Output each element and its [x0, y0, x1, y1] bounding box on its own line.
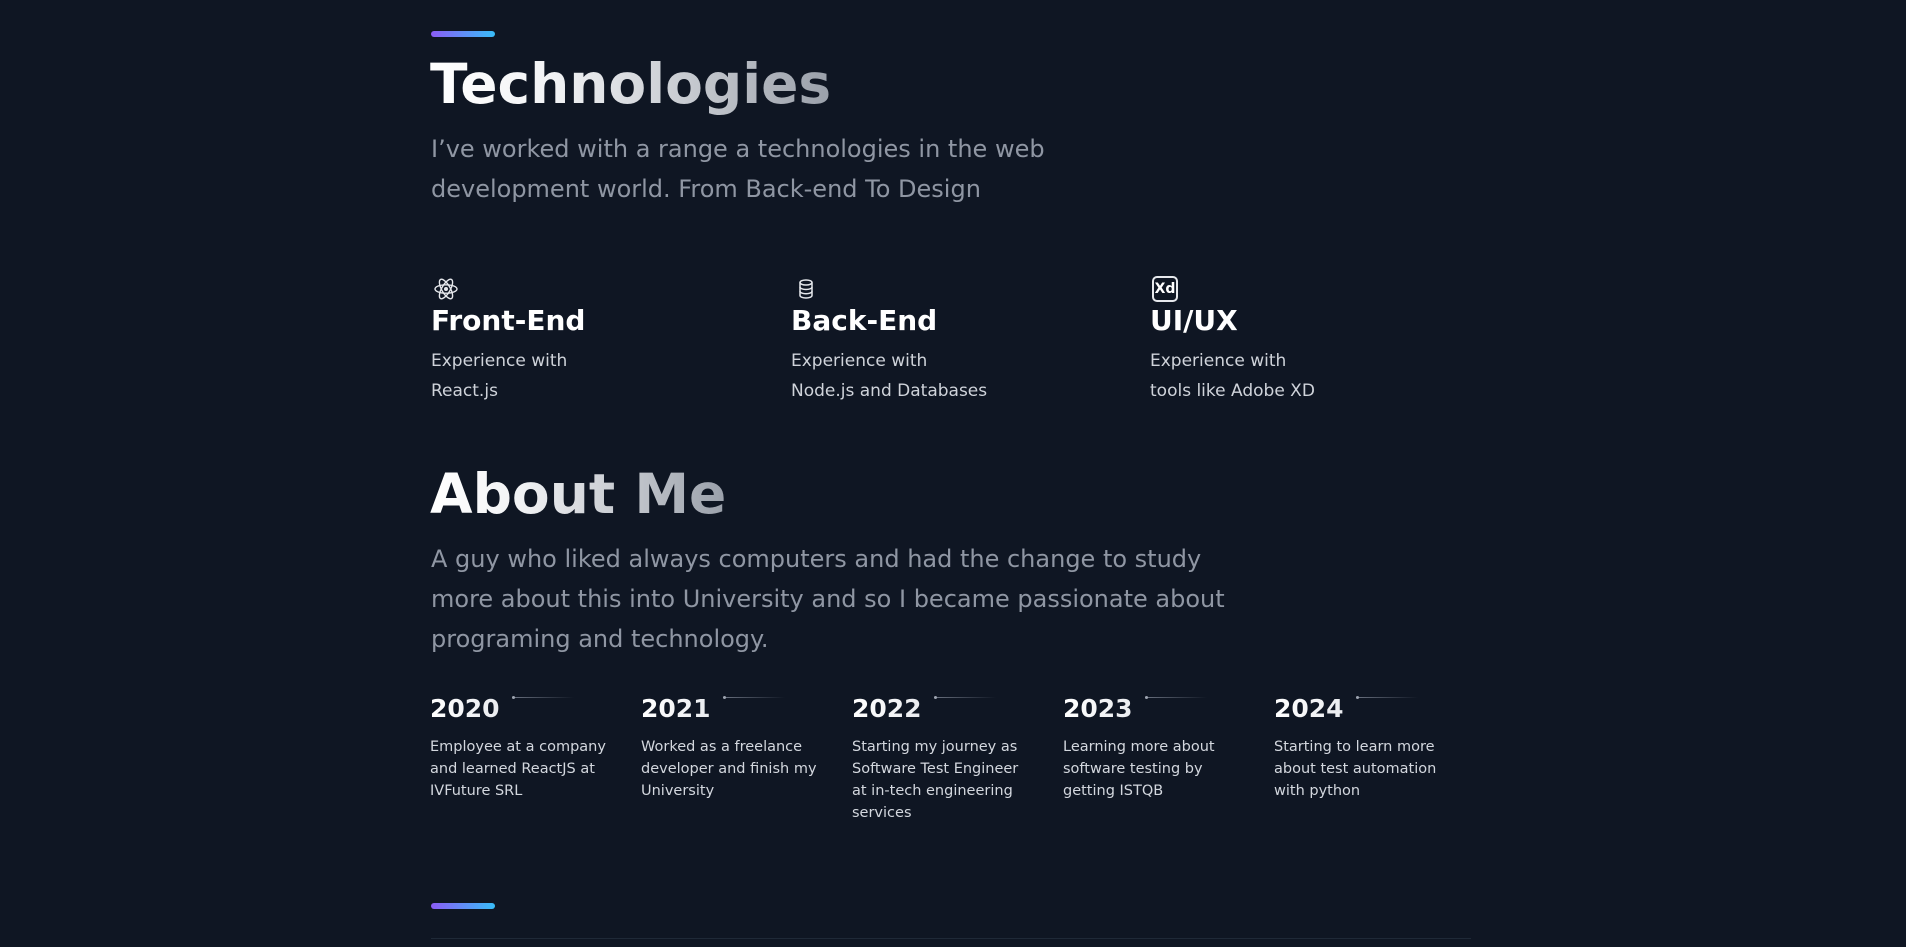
accent-bar — [431, 903, 495, 909]
tech-card-desc-line: React.js — [431, 381, 498, 401]
section-divider — [431, 938, 1471, 939]
timeline-connector — [1356, 697, 1418, 698]
tech-card-desc-line: Experience with — [431, 351, 568, 371]
portfolio-page: Technologies I’ve worked with a range a … — [0, 0, 1906, 947]
accent-bar — [431, 31, 495, 37]
tech-card-front-end: Front-End Experience with React.js — [431, 274, 731, 401]
tech-card-desc-line: tools like Adobe XD — [1150, 381, 1315, 401]
technologies-lead: I’ve worked with a range a technologies … — [431, 135, 1045, 203]
technologies-title: Technologies — [430, 52, 832, 116]
timeline-desc: Employee at a company and learned ReactJ… — [430, 739, 606, 799]
timeline-desc: Worked as a freelance developer and fini… — [641, 739, 817, 799]
timeline-item: 2024 Starting to learn more about test a… — [1274, 692, 1454, 802]
timeline-desc: Starting my journey as Software Test Eng… — [852, 739, 1019, 821]
timeline-item: 2021 Worked as a freelance developer and… — [641, 692, 821, 802]
tech-card-desc: Experience with React.js — [431, 346, 567, 406]
tech-card-desc-line: Experience with — [791, 351, 928, 371]
timeline-connector — [934, 697, 996, 698]
timeline-connector — [1145, 697, 1207, 698]
tech-card-desc-line: Node.js and Databases — [791, 381, 988, 401]
timeline-dot — [1356, 696, 1359, 699]
tech-card-desc: Experience with tools like Adobe XD — [1150, 346, 1315, 406]
adobe-xd-icon: Xd — [1150, 274, 1180, 304]
timeline-desc: Learning more about software testing by … — [1063, 739, 1215, 799]
timeline-dot — [723, 696, 726, 699]
timeline-dot — [512, 696, 515, 699]
timeline-connector — [723, 697, 785, 698]
database-icon — [791, 274, 821, 304]
tech-card-desc-line: Experience with — [1150, 351, 1287, 371]
tech-card-title: UI/UX — [1150, 304, 1238, 337]
tech-card-desc: Experience with Node.js and Databases — [791, 346, 987, 406]
timeline-item: 2022 Starting my journey as Software Tes… — [852, 692, 1032, 824]
timeline-item: 2023 Learning more about software testin… — [1063, 692, 1243, 802]
about-me-lead: A guy who liked always computers and had… — [431, 545, 1225, 653]
timeline-item: 2020 Employee at a company and learned R… — [430, 692, 610, 802]
adobe-xd-icon-text: Xd — [1152, 276, 1178, 302]
timeline-dot — [934, 696, 937, 699]
tech-card-ui-ux: Xd UI/UX Experience with tools like Adob… — [1150, 274, 1450, 401]
timeline-connector — [512, 697, 574, 698]
tech-card-title: Front-End — [431, 304, 586, 337]
tech-card-back-end: Back-End Experience with Node.js and Dat… — [791, 274, 1091, 401]
timeline-desc: Starting to learn more about test automa… — [1274, 739, 1437, 799]
timeline-dot — [1145, 696, 1148, 699]
react-atom-icon — [431, 274, 461, 304]
about-me-title: About Me — [430, 462, 727, 526]
tech-card-title: Back-End — [791, 304, 938, 337]
